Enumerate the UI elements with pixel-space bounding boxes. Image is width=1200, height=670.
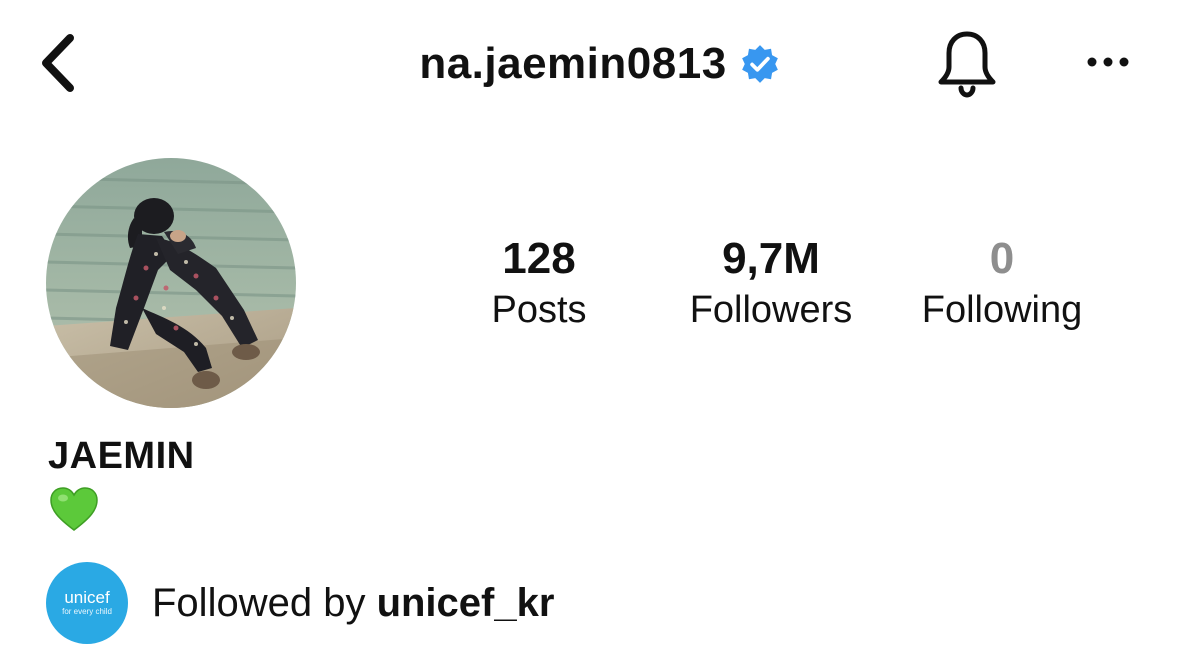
followers-label: Followers: [689, 289, 853, 331]
chevron-left-icon: [42, 34, 74, 92]
green-heart-icon: [50, 487, 98, 531]
profile-photo[interactable]: [46, 158, 296, 408]
more-options-button[interactable]: [1080, 40, 1136, 84]
bell-icon: [938, 31, 996, 98]
header-title: na.jaemin0813: [0, 36, 1200, 92]
unicef-tagline: for every child: [62, 607, 112, 616]
followed-by-text[interactable]: Followed by unicef_kr: [152, 578, 554, 628]
followers-count: 9,7M: [722, 234, 820, 283]
more-horizontal-icon: [1087, 57, 1129, 67]
posts-label: Posts: [491, 289, 587, 331]
unicef-avatar[interactable]: unicef for every child: [46, 562, 128, 644]
notifications-button[interactable]: [932, 26, 1002, 102]
verified-badge-icon: [741, 45, 778, 83]
followed-by-prefix: Followed by: [152, 581, 377, 625]
followed-by-account[interactable]: unicef_kr: [377, 581, 555, 625]
unicef-logo-text: unicef: [64, 588, 110, 607]
posts-stat[interactable]: 128 Posts: [434, 232, 644, 334]
profile-username[interactable]: na.jaemin0813: [419, 36, 726, 92]
back-button[interactable]: [32, 30, 84, 96]
following-label: Following: [921, 289, 1083, 331]
posts-count: 128: [502, 234, 576, 283]
following-count: 0: [989, 234, 1015, 283]
following-stat[interactable]: 0 Following: [897, 232, 1107, 334]
profile-photo-image: [46, 158, 296, 408]
display-name: JAEMIN: [48, 435, 195, 477]
followers-stat[interactable]: 9,7M Followers: [666, 232, 876, 334]
